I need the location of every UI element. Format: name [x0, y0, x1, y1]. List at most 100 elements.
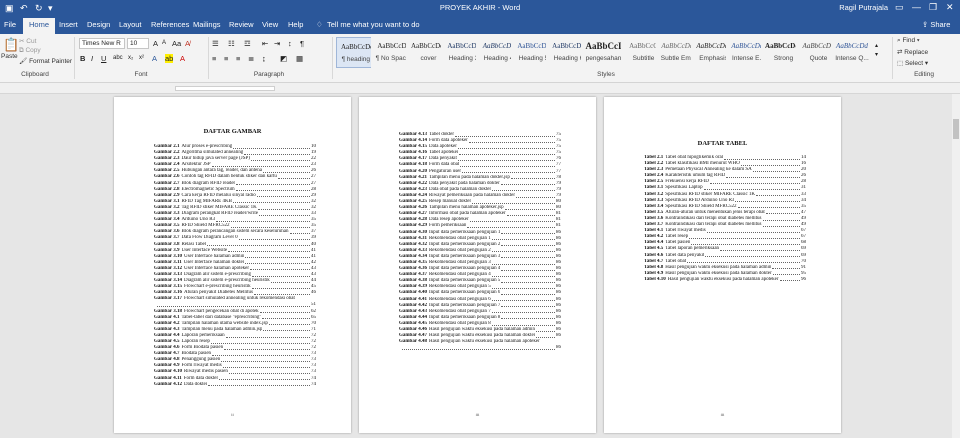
dot-leader — [230, 223, 310, 228]
dot-leader — [491, 248, 555, 253]
tab-references[interactable]: References — [151, 20, 189, 29]
align-center-icon[interactable]: ≡ — [224, 54, 228, 63]
format-painter-button[interactable]: 🖌 Format Painter — [19, 57, 72, 65]
dot-leader — [491, 236, 555, 241]
decrease-indent-icon[interactable]: ⇤ — [262, 39, 268, 48]
ribbon-display-icon[interactable]: ▭ — [895, 2, 904, 13]
separator — [892, 37, 893, 79]
user-name[interactable]: Ragil Putrajala — [839, 3, 888, 12]
borders-icon[interactable]: ▦ — [296, 54, 303, 63]
justify-icon[interactable]: ≣ — [248, 54, 254, 63]
clear-formatting-icon[interactable]: A̸ — [185, 39, 190, 48]
tell-me-search[interactable]: Tell me what you want to do — [327, 20, 420, 29]
tab-insert[interactable]: Insert — [59, 20, 78, 29]
styles-more-icon[interactable]: ▴ ▾ — [875, 42, 878, 60]
dot-leader — [720, 246, 800, 251]
cut-button[interactable]: ✂ Cut — [19, 37, 36, 45]
dot-leader — [235, 187, 310, 192]
dot-leader — [491, 297, 555, 302]
share-label: Share — [930, 20, 951, 29]
tab-layout[interactable]: Layout — [119, 20, 142, 29]
share-button[interactable]: ⇪ Share — [922, 20, 950, 29]
entry-text: Hasil pengujian waktu eksekusi pada hala… — [667, 276, 779, 282]
dot-leader — [233, 144, 310, 149]
entry-page: 46 — [311, 290, 316, 296]
dot-leader — [462, 169, 555, 174]
toc-entry[interactable]: Tabel 4.10 Hasil pengujian waktu eksekusi… — [644, 277, 806, 283]
strikethrough-icon[interactable]: abc — [113, 54, 123, 63]
document-page[interactable]: DAFTAR GAMBAR Gambar 2.1 Alur proses e-pr… — [114, 97, 351, 433]
separator — [74, 37, 75, 79]
vertical-scrollbar[interactable] — [952, 94, 960, 438]
grow-font-icon[interactable]: A — [153, 39, 158, 48]
minimize-icon[interactable]: — — [912, 2, 921, 12]
toc-entry[interactable]: Gambar 4.12 Data dokter 74 — [154, 382, 316, 388]
find-button[interactable]: ⌕ Find ▾ — [897, 37, 920, 45]
dot-leader — [740, 161, 800, 166]
tab-home[interactable]: Home — [23, 18, 56, 34]
dot-leader — [536, 327, 555, 332]
close-icon[interactable]: ✕ — [946, 2, 954, 13]
bullets-icon[interactable]: ☰ — [212, 39, 219, 48]
line-spacing-icon[interactable]: ↨ — [262, 54, 266, 63]
dot-leader — [500, 181, 555, 186]
increase-indent-icon[interactable]: ⇥ — [274, 39, 280, 48]
paste-button[interactable]: Paste — [1, 53, 18, 60]
tab-design[interactable]: Design — [87, 20, 110, 29]
multilevel-list-icon[interactable]: ☲ — [244, 39, 251, 48]
text-effects-icon[interactable]: A — [152, 54, 157, 63]
paste-icon[interactable]: 📋 — [3, 37, 19, 53]
style-item[interactable]: AaBbCcI pengesahan — [581, 37, 626, 68]
font-size-combo[interactable]: 10 — [127, 38, 149, 49]
font-color-icon[interactable]: A — [180, 54, 185, 63]
shrink-font-icon[interactable]: A — [162, 39, 166, 48]
subscript-icon[interactable]: x₂ — [128, 54, 133, 63]
dot-leader — [212, 351, 310, 356]
dot-leader — [491, 272, 555, 277]
align-left-icon[interactable]: ≡ — [212, 54, 216, 63]
replace-button[interactable]: ⇄ Replace — [897, 48, 928, 56]
dot-leader — [252, 272, 310, 277]
sort-icon[interactable]: ↕ — [288, 39, 292, 48]
dot-leader — [516, 193, 555, 198]
dot-leader — [208, 382, 310, 387]
bold-icon[interactable]: B — [80, 54, 85, 63]
title-bar: ▣ ↶ ↻ ▾ PROYEK AKHIR - Word Ragil Putraj… — [0, 0, 960, 17]
underline-icon[interactable]: U — [101, 54, 106, 63]
italic-icon[interactable]: I — [91, 54, 93, 63]
maximize-icon[interactable]: ❐ — [929, 2, 937, 13]
highlight-icon[interactable]: ab — [165, 54, 174, 63]
show-formatting-icon[interactable]: ¶ — [300, 39, 304, 48]
tab-view[interactable]: View — [262, 20, 278, 29]
toc-entry[interactable]: 86 — [399, 345, 561, 351]
tab-help[interactable]: Help — [288, 20, 303, 29]
scroll-thumb[interactable] — [953, 119, 959, 139]
dot-leader — [709, 179, 800, 184]
document-page[interactable]: DAFTAR TABEL Tabel 2.1 Tabel obat hipogli… — [604, 97, 841, 433]
font-group-label: Font — [134, 71, 148, 78]
superscript-icon[interactable]: x² — [139, 54, 144, 63]
copy-button[interactable]: ⧉ Copy — [19, 47, 41, 55]
document-canvas[interactable]: DAFTAR GAMBAR Gambar 2.1 Alur proses e-pr… — [0, 94, 952, 438]
horizontal-ruler[interactable] — [0, 83, 960, 94]
numbering-icon[interactable]: ☷ — [228, 39, 235, 48]
dot-leader — [219, 376, 310, 381]
dot-leader — [501, 230, 555, 235]
change-case-icon[interactable]: Aa — [172, 39, 181, 48]
align-right-icon[interactable]: ≡ — [236, 54, 240, 63]
shading-icon[interactable]: ◩ — [280, 54, 287, 63]
table-of-tables: Tabel 2.1 Tabel obat hipoglikemik oral 14 T… — [644, 155, 806, 283]
select-button[interactable]: ⬚ Select ▾ — [897, 59, 928, 67]
cut-label: Cut — [26, 38, 37, 45]
document-page[interactable]: Gambar 4.13 Tabel dokter 75 Gambar 4.14 Form… — [359, 97, 596, 433]
font-name-combo[interactable]: Times New R — [79, 38, 125, 49]
dot-leader — [211, 162, 310, 167]
entry-label: Gambar 4.12 — [154, 381, 182, 387]
dot-leader — [250, 266, 310, 271]
dot-leader — [687, 259, 800, 264]
tab-review[interactable]: Review — [229, 20, 254, 29]
tab-file[interactable]: File — [4, 20, 16, 29]
style-item[interactable]: AaBbCcDd Intense Q... — [831, 37, 873, 68]
dot-leader — [724, 155, 800, 160]
tab-mailings[interactable]: Mailings — [193, 20, 221, 29]
